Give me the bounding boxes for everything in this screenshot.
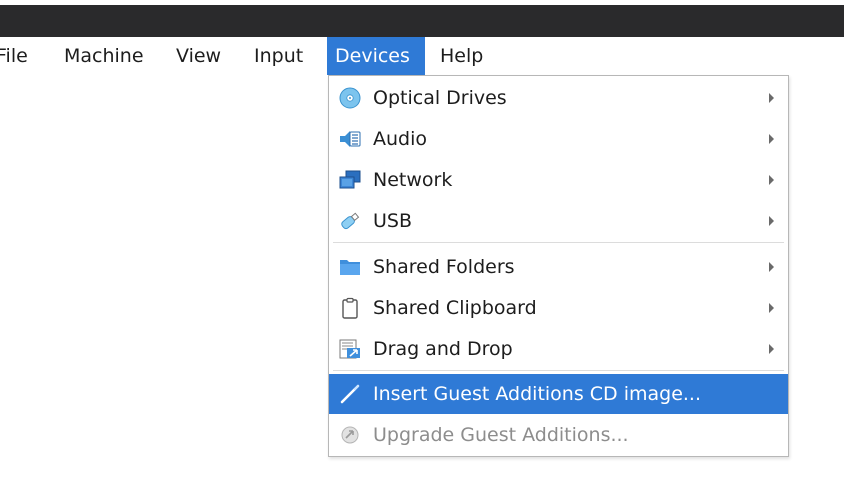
- optical-disc-icon: [339, 87, 361, 109]
- submenu-arrow-icon: [769, 303, 774, 313]
- submenu-arrow-icon: [769, 175, 774, 185]
- menu-input[interactable]: Input: [246, 37, 311, 75]
- menu-item-label: Shared Clipboard: [373, 297, 537, 319]
- menu-item-insert-guest-additions[interactable]: Insert Guest Additions CD image...: [329, 374, 788, 414]
- menu-view[interactable]: View: [168, 37, 229, 75]
- submenu-arrow-icon: [769, 216, 774, 226]
- menu-item-label: USB: [373, 210, 413, 232]
- menu-item-label: Drag and Drop: [373, 338, 513, 360]
- menu-file[interactable]: File: [0, 37, 36, 75]
- usb-icon: [341, 212, 360, 230]
- menu-item-audio[interactable]: Audio: [329, 119, 788, 159]
- devices-dropdown: Optical Drives Audio Network USB Shared …: [328, 75, 789, 457]
- upgrade-icon: [341, 426, 359, 444]
- menu-item-label: Upgrade Guest Additions...: [373, 424, 629, 446]
- menu-separator: [333, 242, 784, 243]
- menu-item-usb[interactable]: USB: [329, 201, 788, 241]
- wand-icon: [340, 384, 360, 404]
- menu-separator: [333, 370, 784, 371]
- menu-item-label: Network: [373, 169, 453, 191]
- menu-help[interactable]: Help: [432, 37, 491, 75]
- network-icon: [339, 170, 361, 189]
- menubar: File Machine View Input Devices Help: [0, 37, 844, 75]
- menu-item-label: Insert Guest Additions CD image...: [373, 383, 702, 405]
- titlebar-top-edge: [0, 0, 844, 5]
- menu-item-drag-and-drop[interactable]: Drag and Drop: [329, 329, 788, 369]
- audio-icon: [340, 131, 361, 147]
- menu-item-label: Shared Folders: [373, 256, 515, 278]
- folder-icon: [340, 260, 360, 275]
- window-titlebar: [0, 0, 844, 37]
- menu-item-optical-drives[interactable]: Optical Drives: [329, 78, 788, 118]
- clipboard-icon: [342, 297, 358, 319]
- menu-item-shared-clipboard[interactable]: Shared Clipboard: [329, 288, 788, 328]
- drag-drop-icon: [339, 339, 360, 359]
- submenu-arrow-icon: [769, 134, 774, 144]
- menu-item-network[interactable]: Network: [329, 160, 788, 200]
- menu-item-label: Optical Drives: [373, 87, 507, 109]
- menu-devices[interactable]: Devices: [327, 37, 425, 75]
- submenu-arrow-icon: [769, 93, 774, 103]
- submenu-arrow-icon: [769, 262, 774, 272]
- menu-machine[interactable]: Machine: [56, 37, 152, 75]
- menu-item-label: Audio: [373, 128, 428, 150]
- menu-item-shared-folders[interactable]: Shared Folders: [329, 247, 788, 287]
- submenu-arrow-icon: [769, 344, 774, 354]
- menu-item-upgrade-guest-additions: Upgrade Guest Additions...: [329, 415, 788, 455]
